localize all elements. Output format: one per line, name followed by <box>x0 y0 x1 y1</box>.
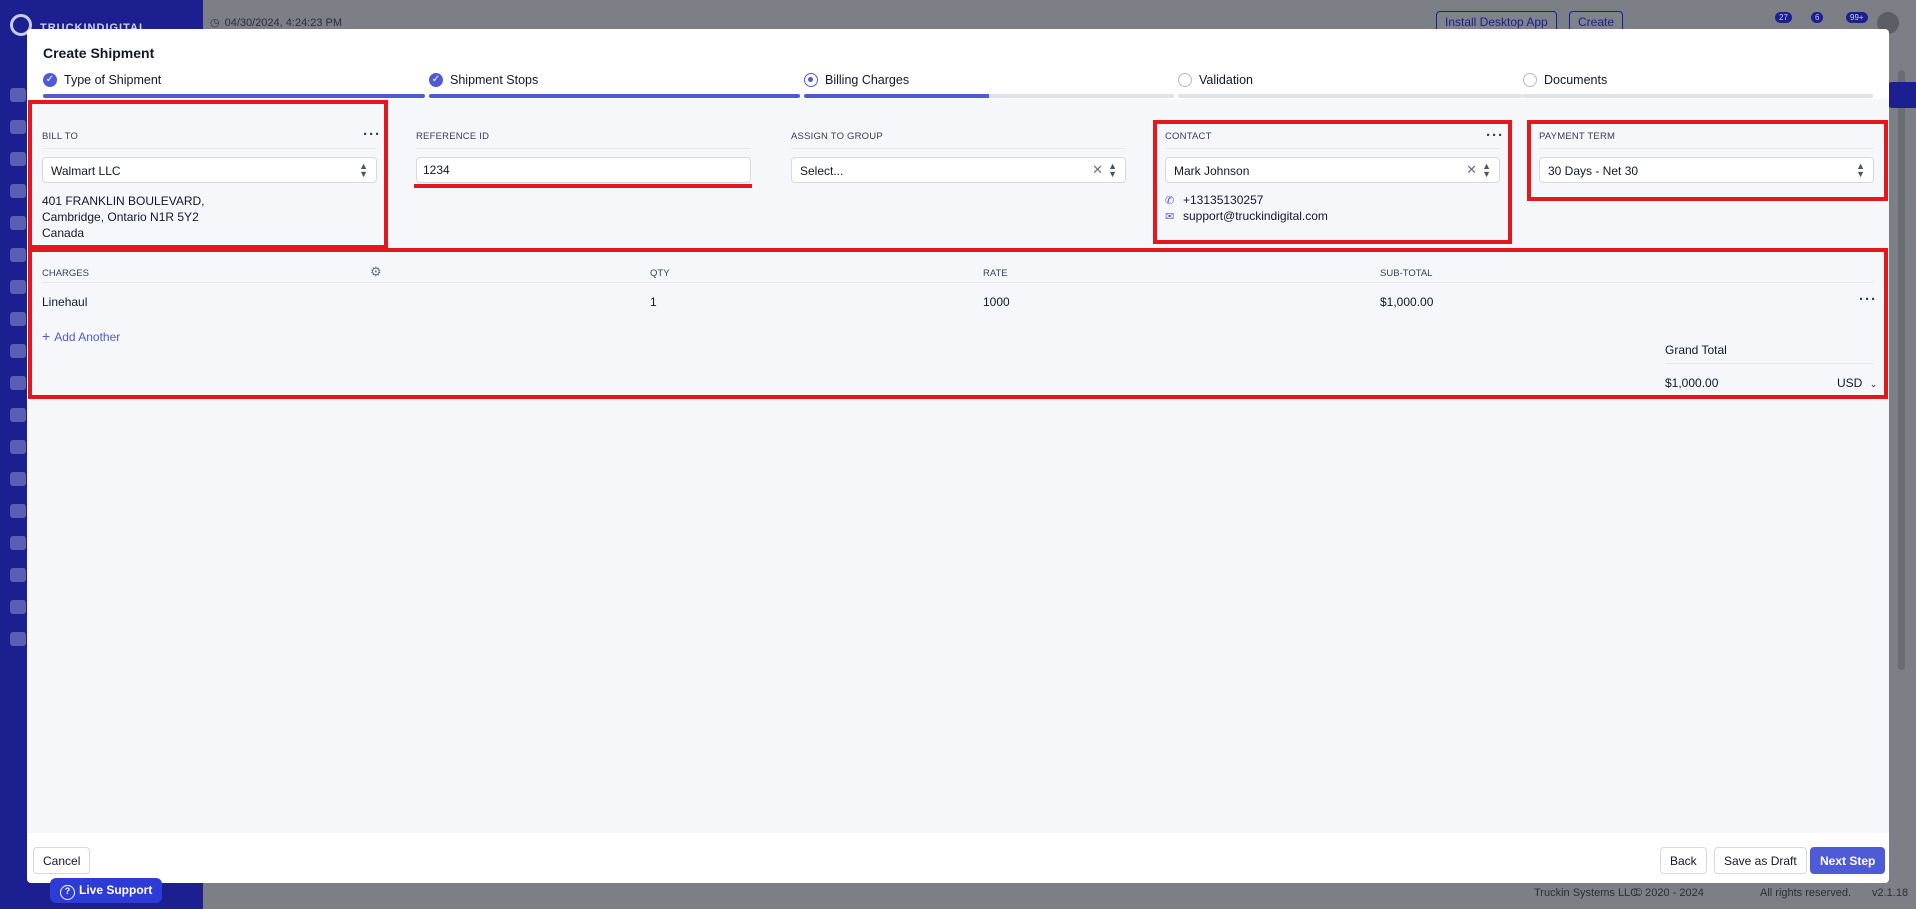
step-type-of-shipment[interactable]: ✓ Type of Shipment <box>43 71 425 99</box>
assign-group-placeholder: Select... <box>800 164 844 178</box>
footer-company: Truckin Systems LLC. <box>1534 887 1642 899</box>
notification-badge: 99+ <box>1846 12 1868 23</box>
page-scrollbar[interactable] <box>1898 70 1905 670</box>
back-button[interactable]: Back <box>1660 847 1707 874</box>
stepper: ✓ Type of Shipment ✓ Shipment Stops Billin… <box>43 71 1873 99</box>
document-icon[interactable] <box>10 184 26 198</box>
assign-group-label: ASSIGN TO GROUP <box>791 131 883 142</box>
fuel-icon[interactable] <box>10 568 26 582</box>
step-label: Type of Shipment <box>64 73 162 87</box>
step-progress-bar <box>43 94 425 98</box>
highlight-bill-to <box>28 100 388 249</box>
assign-group-select[interactable]: Select... ✕ ▲ ▼ <box>791 157 1126 183</box>
highlight-contact <box>1153 120 1512 244</box>
routes-icon[interactable] <box>10 216 26 230</box>
check-icon: ✓ <box>429 73 443 87</box>
highlight-reference-id <box>414 184 752 188</box>
shield-icon[interactable] <box>10 312 26 326</box>
radio-empty-icon <box>1523 73 1537 87</box>
save-as-draft-button[interactable]: Save as Draft <box>1714 847 1807 874</box>
money-icon[interactable] <box>10 632 26 646</box>
location-icon[interactable] <box>10 344 26 358</box>
dollar-icon[interactable] <box>10 408 26 422</box>
app-topbar <box>203 0 1916 30</box>
report-icon[interactable] <box>10 504 26 518</box>
divider <box>791 148 1126 149</box>
next-step-button[interactable]: Next Step <box>1810 847 1886 874</box>
step-label: Documents <box>1544 73 1608 87</box>
step-progress-bar <box>1178 94 1523 98</box>
side-panel-toggle[interactable] <box>1888 82 1916 108</box>
users-icon[interactable] <box>10 376 26 390</box>
chart-icon[interactable] <box>10 600 26 614</box>
reference-id-label: REFERENCE ID <box>416 131 490 142</box>
card-icon[interactable] <box>10 440 26 454</box>
reference-id-input[interactable] <box>416 157 751 183</box>
step-label: Billing Charges <box>825 73 910 87</box>
step-documents[interactable]: Documents <box>1523 71 1873 99</box>
step-validation[interactable]: Validation <box>1178 71 1523 99</box>
updown-chevron-icon: ▲ ▼ <box>1108 161 1117 179</box>
footer-rights: All rights reserved. <box>1760 887 1852 899</box>
truck-icon[interactable] <box>10 248 26 262</box>
modal-title: Create Shipment <box>43 45 155 61</box>
vehicle-icon[interactable] <box>10 280 26 294</box>
create-shipment-modal: Create Shipment ✓ Type of Shipment ✓ Shipm… <box>27 29 1889 883</box>
clear-icon[interactable]: ✕ <box>1092 163 1103 176</box>
step-progress-bar <box>804 94 1174 98</box>
step-billing-charges[interactable]: Billing Charges <box>804 71 1174 99</box>
highlight-payment-term <box>1527 120 1888 201</box>
check-icon: ✓ <box>43 73 57 87</box>
highlight-charges <box>28 248 1888 399</box>
step-progress-bar <box>429 94 800 98</box>
radio-current-icon <box>804 73 818 87</box>
live-support-button[interactable]: Live Support <box>50 878 163 903</box>
step-label: Validation <box>1199 73 1253 87</box>
divider <box>416 148 751 149</box>
notification-badge: 27 <box>1775 12 1792 23</box>
footer-copyright: © 2020 - 2024 <box>1634 887 1704 899</box>
step-shipment-stops[interactable]: ✓ Shipment Stops <box>429 71 800 99</box>
radio-empty-icon <box>1178 73 1192 87</box>
cancel-button[interactable]: Cancel <box>33 847 91 874</box>
footer-version: v2.1.18 <box>1872 887 1909 899</box>
map-icon[interactable] <box>10 472 26 486</box>
dashboard-icon[interactable] <box>10 120 26 134</box>
star-icon[interactable] <box>10 88 26 102</box>
chat-icon[interactable] <box>10 152 26 166</box>
current-datetime: 04/30/2024, 4:24:23 PM <box>210 16 342 29</box>
step-progress-bar <box>1523 94 1873 98</box>
step-label: Shipment Stops <box>450 73 539 87</box>
wrench-icon[interactable] <box>10 536 26 550</box>
